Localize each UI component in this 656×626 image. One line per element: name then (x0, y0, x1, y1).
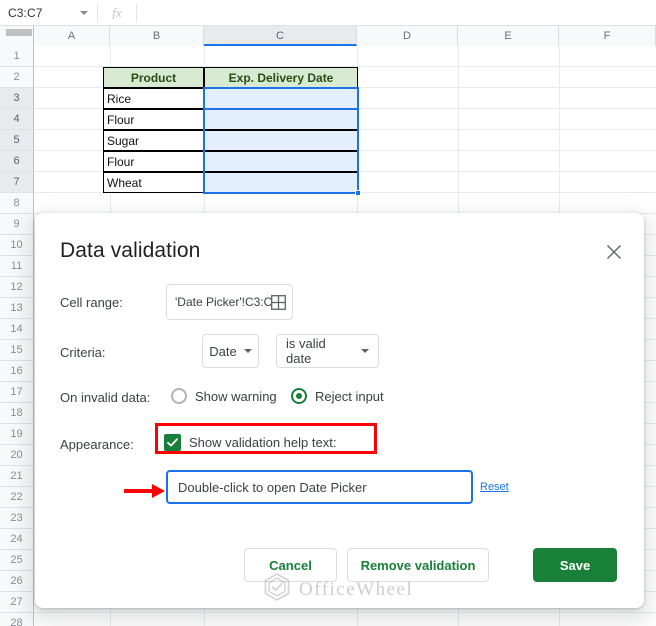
appearance-label: Appearance: (60, 437, 134, 452)
row-header-11[interactable]: 11 (0, 256, 34, 277)
reset-link[interactable]: Reset (480, 481, 509, 493)
column-header-c[interactable]: C (204, 26, 357, 46)
row-header-10[interactable]: 10 (0, 235, 34, 256)
fill-handle[interactable] (355, 190, 361, 196)
table-cell-delivery-date[interactable] (204, 151, 358, 172)
column-header-f[interactable]: F (559, 26, 656, 46)
name-box-value: C3:C7 (8, 5, 43, 20)
row-header-19[interactable]: 19 (0, 424, 34, 445)
validation-help-text-value: Double-click to open Date Picker (178, 479, 367, 495)
formula-bar: C3:C7 fx (0, 0, 656, 26)
table-cell-product[interactable]: Flour (103, 151, 204, 172)
table-header-product: Product (103, 67, 204, 88)
criteria-condition-dropdown[interactable]: is valid date (276, 334, 379, 368)
radio-show-warning[interactable]: Show warning (171, 388, 277, 404)
show-validation-help-text-checkbox[interactable]: Show validation help text: (164, 434, 336, 451)
row-header-15[interactable]: 15 (0, 340, 34, 361)
table-cell-product[interactable]: Wheat (103, 172, 204, 193)
row-header-27[interactable]: 27 (0, 592, 34, 613)
save-button[interactable]: Save (533, 548, 617, 582)
cell-range-input[interactable]: 'Date Picker'!C3:C (166, 284, 293, 320)
row-header-8[interactable]: 8 (0, 193, 34, 214)
criteria-type-dropdown[interactable]: Date (202, 334, 259, 368)
row-header-12[interactable]: 12 (0, 277, 34, 298)
criteria-type-value: Date (209, 343, 237, 359)
row-header-13[interactable]: 13 (0, 298, 34, 319)
row-header-28[interactable]: 28 (0, 613, 34, 626)
radio-reject-input[interactable]: Reject input (291, 388, 384, 404)
row-header-2[interactable]: 2 (0, 67, 34, 88)
row-header-23[interactable]: 23 (0, 508, 34, 529)
row-header-22[interactable]: 22 (0, 487, 34, 508)
column-header-b[interactable]: B (110, 26, 204, 46)
table-cell-delivery-date[interactable] (204, 130, 358, 151)
dialog-title: Data validation (60, 239, 201, 262)
radio-show-warning-label: Show warning (195, 388, 277, 404)
remove-validation-button[interactable]: Remove validation (347, 548, 489, 582)
row-header-3[interactable]: 3 (0, 88, 34, 109)
close-icon[interactable] (603, 241, 625, 263)
row-header-20[interactable]: 20 (0, 445, 34, 466)
data-validation-dialog: Data validation Cell range: 'Date Picker… (35, 213, 644, 608)
fx-icon: fx (112, 4, 122, 20)
checkbox-checked-icon[interactable] (164, 434, 181, 451)
row-header-21[interactable]: 21 (0, 466, 34, 487)
table-header-delivery-date: Exp. Delivery Date (204, 67, 358, 88)
name-box[interactable]: C3:C7 (0, 0, 97, 26)
radio-reject-input-label: Reject input (315, 388, 384, 404)
row-header-16[interactable]: 16 (0, 361, 34, 382)
cancel-button[interactable]: Cancel (244, 548, 337, 582)
row-header-4[interactable]: 4 (0, 109, 34, 130)
select-all-corner[interactable] (0, 26, 34, 46)
save-button-label: Save (559, 557, 591, 573)
show-validation-help-text-label: Show validation help text: (189, 435, 337, 450)
active-cell-outline (203, 87, 359, 110)
row-header-1[interactable]: 1 (0, 46, 34, 67)
validation-help-text-input[interactable]: Double-click to open Date Picker (166, 470, 473, 504)
row-header-7[interactable]: 7 (0, 172, 34, 193)
row-header-17[interactable]: 17 (0, 382, 34, 403)
column-header-d[interactable]: D (357, 26, 458, 46)
table-cell-product[interactable]: Flour (103, 109, 204, 130)
row-header-6[interactable]: 6 (0, 151, 34, 172)
grid-picker-icon[interactable] (271, 294, 286, 310)
radio-button[interactable] (171, 388, 187, 404)
chevron-down-icon (361, 349, 369, 353)
table-cell-product[interactable]: Sugar (103, 130, 204, 151)
criteria-condition-value: is valid date (286, 336, 326, 366)
column-header-e[interactable]: E (458, 26, 559, 46)
row-header-14[interactable]: 14 (0, 319, 34, 340)
table-cell-delivery-date[interactable] (204, 172, 358, 193)
invalid-data-label: On invalid data: (60, 390, 151, 405)
column-header-a[interactable]: A (34, 26, 110, 46)
screenshot-root: C3:C7 fx ABCDEF 1 2 3 4 5 6 7 8 9 10 11 12 13 14 15 16 1… (0, 0, 656, 626)
chevron-down-icon[interactable] (80, 10, 88, 15)
formula-input[interactable] (137, 0, 656, 26)
criteria-label: Criteria: (60, 345, 106, 360)
chevron-down-icon (243, 349, 252, 353)
cell-range-value: 'Date Picker'!C3:C (175, 295, 271, 309)
radio-button[interactable] (291, 388, 307, 404)
row-header-26[interactable]: 26 (0, 571, 34, 592)
gridline (34, 612, 656, 613)
row-header-24[interactable]: 24 (0, 529, 34, 550)
table-cell-delivery-date[interactable] (204, 109, 358, 130)
row-header-18[interactable]: 18 (0, 403, 34, 424)
row-header-25[interactable]: 25 (0, 550, 34, 571)
cell-range-label: Cell range: (60, 295, 123, 310)
cancel-button-label: Cancel (269, 557, 312, 573)
table-cell-product[interactable]: Rice (103, 88, 204, 109)
row-header-5[interactable]: 5 (0, 130, 34, 151)
row-header-9[interactable]: 9 (0, 214, 34, 235)
remove-validation-button-label: Remove validation (360, 557, 476, 573)
